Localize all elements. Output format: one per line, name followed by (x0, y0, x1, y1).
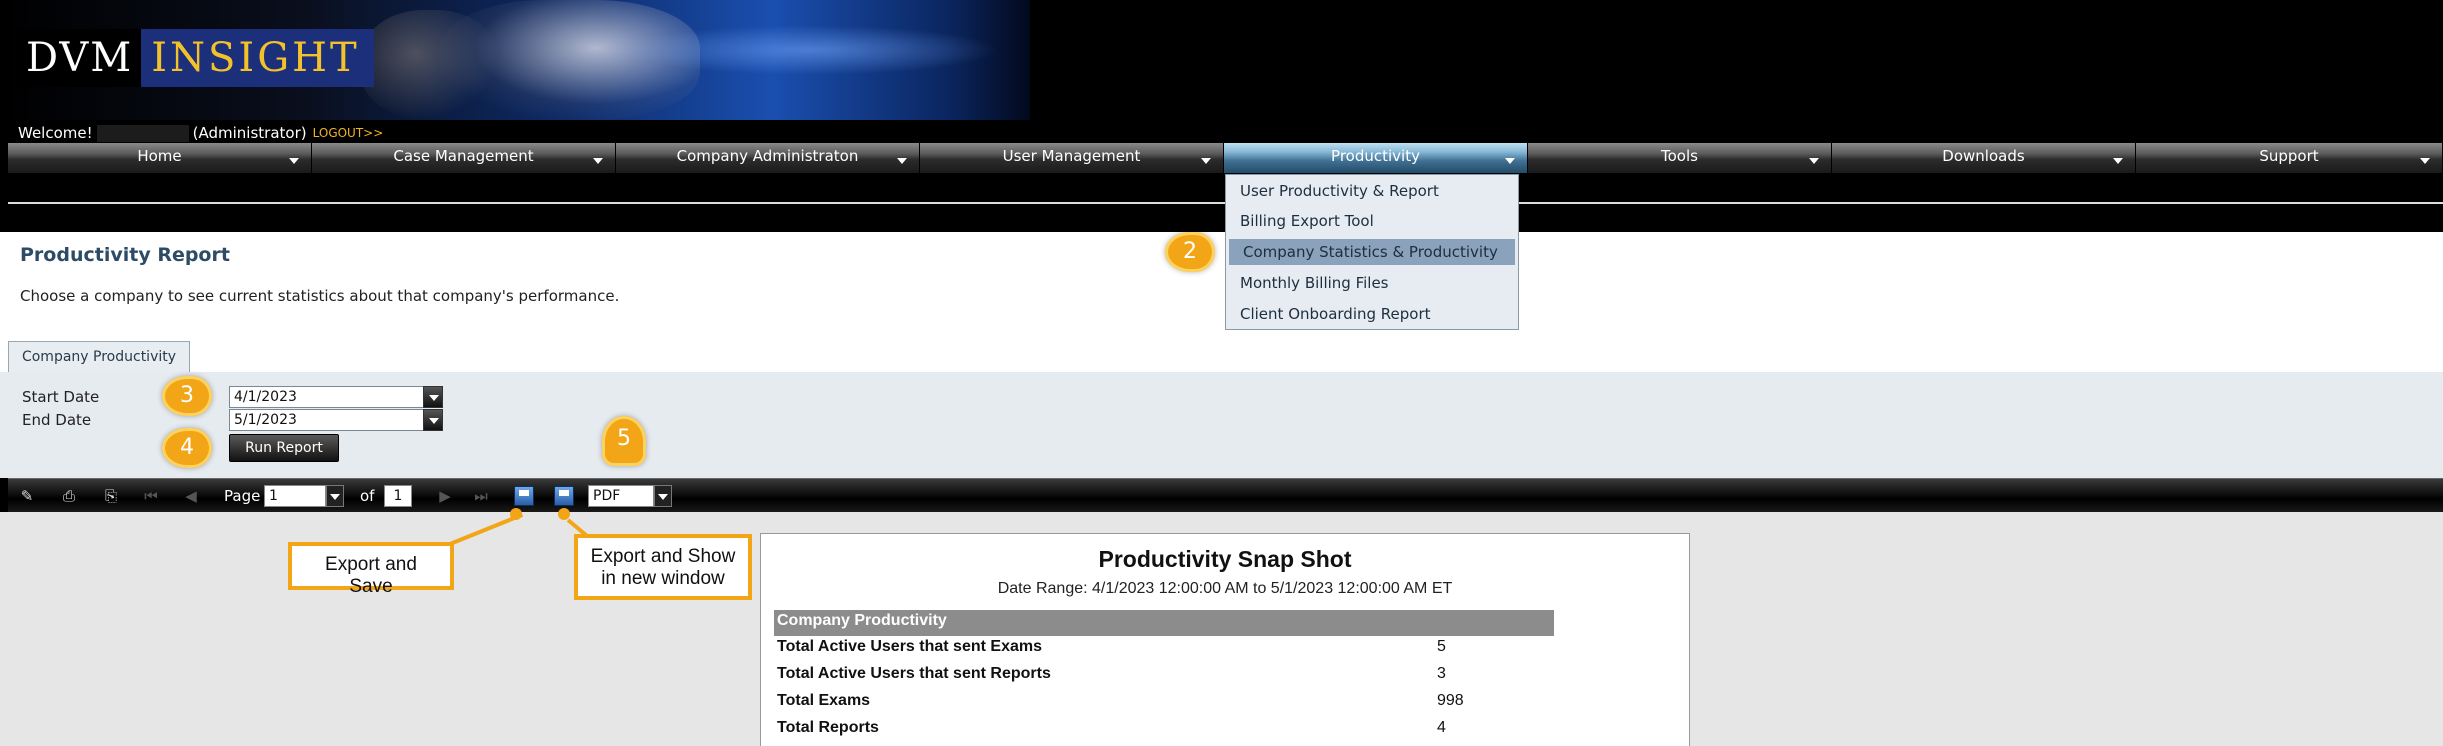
nav-label: Company Administraton (676, 147, 859, 165)
page-dropdown-button[interactable] (326, 485, 344, 507)
end-date-dropdown-button[interactable] (423, 409, 443, 431)
menu-item-monthly-billing[interactable]: Monthly Billing Files (1226, 270, 1518, 296)
next-page-icon[interactable]: ▶ (434, 487, 456, 505)
tab-company-productivity[interactable]: Company Productivity (8, 341, 190, 373)
chevron-down-icon (2420, 158, 2430, 164)
print-preview-icon[interactable]: ⎘ (100, 487, 122, 505)
menu-item-billing-export[interactable]: Billing Export Tool (1226, 208, 1518, 234)
stat-label: Total Active Users that sent Exams (777, 638, 1042, 655)
stat-label: Total Reports (777, 719, 879, 736)
banner-art-light (620, 25, 1000, 75)
nav-downloads[interactable]: Downloads (1832, 143, 2136, 173)
nav-support[interactable]: Support (2136, 143, 2443, 173)
stat-value: 3 (1437, 665, 1446, 682)
callout-anchor (558, 508, 570, 520)
menu-item-user-productivity[interactable]: User Productivity & Report (1226, 178, 1518, 204)
logout-link[interactable]: LOGOUT>> (313, 126, 384, 140)
nav-company-administration[interactable]: Company Administraton (616, 143, 920, 173)
chevron-down-icon (593, 158, 603, 164)
nav-case-management[interactable]: Case Management (312, 143, 616, 173)
nav-label: Downloads (1942, 147, 2025, 165)
start-date-label: Start Date (22, 388, 100, 406)
callout-text: Export and Show (590, 546, 736, 567)
app-root: { "brand": { "logo_left": "DVM", "logo_r… (0, 0, 2443, 746)
nav-user-management[interactable]: User Management (920, 143, 1224, 173)
nav-tools[interactable]: Tools (1528, 143, 1832, 173)
logo: DVM INSIGHT (16, 29, 374, 87)
run-report-button[interactable]: Run Report (229, 434, 339, 462)
start-date-input[interactable]: 4/1/2023 (229, 386, 424, 408)
section-header: Company Productivity (774, 610, 1554, 636)
stat-value: 5 (1437, 638, 1446, 655)
print-icon[interactable]: ⎙ (58, 487, 80, 505)
nav-label: Support (2259, 147, 2319, 165)
nav-label: Productivity (1331, 147, 1420, 165)
logo-insight: INSIGHT (141, 29, 374, 87)
chevron-down-icon (1809, 158, 1819, 164)
last-page-icon[interactable]: ⏭ (470, 487, 492, 505)
of-label: of (360, 487, 375, 505)
total-pages: 1 (384, 485, 412, 507)
nav-home[interactable]: Home (8, 143, 312, 173)
eraser-icon[interactable]: ✎ (16, 487, 38, 505)
menu-item-client-onboarding[interactable]: Client Onboarding Report (1226, 301, 1518, 327)
first-page-icon[interactable]: ⏮ (140, 487, 162, 505)
callout-text: in new window (601, 568, 725, 589)
end-date-label: End Date (22, 411, 92, 429)
nav-productivity[interactable]: Productivity (1224, 143, 1528, 173)
stat-label: Total Exams (777, 692, 871, 709)
report-page: Productivity Snap Shot Date Range: 4/1/2… (760, 533, 1690, 746)
callout-export-save: Export and Save (288, 542, 454, 597)
page-number-input[interactable]: 1 (264, 485, 326, 507)
export-format-dropdown-button[interactable] (654, 485, 672, 507)
stat-row: Total Active Users that sent Exams 5 (777, 638, 1537, 662)
stat-row: Total Reports 4 (777, 719, 1537, 743)
export-show-icon[interactable] (554, 486, 574, 506)
export-format-select[interactable]: PDF (588, 485, 654, 507)
chevron-down-icon (1201, 158, 1211, 164)
productivity-dropdown-menu: User Productivity & Report Billing Expor… (1225, 174, 1519, 330)
page-title: Productivity Report (20, 244, 230, 266)
welcome-text: Welcome! (18, 124, 93, 142)
stat-row: Total Exams 998 (777, 692, 1537, 716)
main-nav: Home Case Management Company Administrat… (8, 143, 2443, 173)
callout-step-3: 3 (162, 376, 212, 416)
nav-label: User Management (1002, 147, 1141, 165)
header-banner: DVM INSIGHT (0, 0, 1030, 120)
menu-item-company-statistics[interactable]: Company Statistics & Productivity (1229, 239, 1515, 265)
chevron-down-icon (897, 158, 907, 164)
snapshot-title: Productivity Snap Shot (1098, 546, 1352, 572)
stat-value: 4 (1437, 719, 1446, 736)
stat-value: 998 (1437, 692, 1464, 709)
logo-dvm: DVM (16, 29, 142, 87)
callout-step-2: 2 (1165, 232, 1215, 272)
page-label: Page (224, 487, 261, 505)
report-viewer-toolbar: ✎ ⎙ ⎘ ⏮ ◀ Page 1 of 1 ▶ ⏭ PDF (8, 478, 2443, 512)
callout-export-show: Export and Show in new window (574, 534, 752, 600)
callout-anchor (510, 508, 522, 520)
nav-label: Case Management (393, 147, 534, 165)
user-role: (Administrator) (192, 124, 307, 142)
page-description: Choose a company to see current statisti… (20, 287, 620, 305)
nav-label: Tools (1661, 147, 1698, 165)
snapshot-date-range: Date Range: 4/1/2023 12:00:00 AM to 5/1/… (997, 580, 1453, 597)
nav-label: Home (137, 147, 182, 165)
previous-page-icon[interactable]: ◀ (180, 487, 202, 505)
end-date-input[interactable]: 5/1/2023 (229, 409, 424, 431)
callout-step-4: 4 (162, 428, 212, 468)
stat-label: Total Active Users that sent Reports (777, 665, 1051, 682)
chevron-down-icon (2113, 158, 2123, 164)
welcome-bar: Welcome! (Administrator) LOGOUT>> (18, 124, 383, 142)
stat-row: Total Active Users that sent Reports 3 (777, 665, 1537, 689)
redacted-username (96, 124, 189, 142)
chevron-down-icon (289, 158, 299, 164)
chevron-down-icon (1505, 158, 1515, 164)
callout-step-5: 5 (602, 416, 646, 466)
export-save-icon[interactable] (514, 486, 534, 506)
start-date-dropdown-button[interactable] (423, 386, 443, 408)
